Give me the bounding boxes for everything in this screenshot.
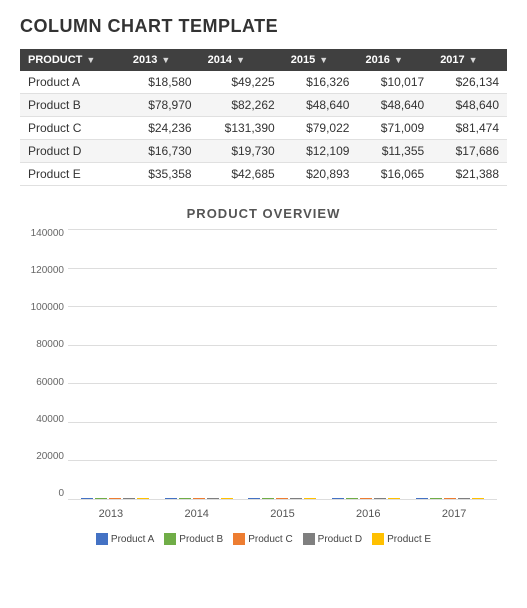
x-axis-label-2014: 2014 (154, 508, 240, 520)
x-axis-label-2016: 2016 (325, 508, 411, 520)
filter-icon-2016[interactable]: ▼ (394, 55, 403, 65)
chart-inner (68, 229, 497, 499)
table-header-2016: 2016▼ (357, 49, 432, 71)
value-cell: $24,236 (125, 117, 200, 140)
table-row: Product D$16,730$19,730$12,109$11,355$17… (20, 140, 507, 163)
value-cell: $16,730 (125, 140, 200, 163)
filter-icon-2017[interactable]: ▼ (469, 55, 478, 65)
value-cell: $16,326 (283, 71, 358, 94)
table-header-2015: 2015▼ (283, 49, 358, 71)
value-cell: $35,358 (125, 163, 200, 186)
chart-title: PRODUCT OVERVIEW (20, 206, 507, 221)
legend-color-swatch (96, 533, 108, 545)
value-cell: $48,640 (357, 94, 432, 117)
value-cell: $11,355 (357, 140, 432, 163)
legend-item-product-e: Product E (372, 533, 431, 545)
legend-label: Product B (179, 534, 223, 545)
chart-container: 020000400006000080000100000120000140000 … (20, 229, 507, 529)
value-cell: $26,134 (432, 71, 507, 94)
table-header-2017: 2017▼ (432, 49, 507, 71)
legend-item-product-a: Product A (96, 533, 154, 545)
table-row: Product B$78,970$82,262$48,640$48,640$48… (20, 94, 507, 117)
value-cell: $49,225 (200, 71, 283, 94)
product-name-cell: Product A (20, 71, 125, 94)
legend-item-product-b: Product B (164, 533, 223, 545)
value-cell: $10,017 (357, 71, 432, 94)
x-axis-label-2013: 2013 (68, 508, 154, 520)
table-header-2013: 2013▼ (125, 49, 200, 71)
table-header-2014: 2014▼ (200, 49, 283, 71)
filter-icon[interactable]: ▼ (86, 55, 95, 65)
x-axis-label-2017: 2017 (411, 508, 497, 520)
value-cell: $82,262 (200, 94, 283, 117)
filter-icon-2014[interactable]: ▼ (236, 55, 245, 65)
y-axis-label: 20000 (36, 452, 64, 462)
legend-color-swatch (164, 533, 176, 545)
y-axis-label: 80000 (36, 340, 64, 350)
value-cell: $21,388 (432, 163, 507, 186)
value-cell: $17,686 (432, 140, 507, 163)
value-cell: $18,580 (125, 71, 200, 94)
legend-label: Product D (318, 534, 362, 545)
legend-label: Product C (248, 534, 292, 545)
product-name-cell: Product E (20, 163, 125, 186)
legend-color-swatch (303, 533, 315, 545)
value-cell: $19,730 (200, 140, 283, 163)
value-cell: $81,474 (432, 117, 507, 140)
filter-icon-2015[interactable]: ▼ (319, 55, 328, 65)
bars-area (68, 229, 497, 499)
table-row: Product E$35,358$42,685$20,893$16,065$21… (20, 163, 507, 186)
value-cell: $48,640 (432, 94, 507, 117)
table-header-product: PRODUCT▼ (20, 49, 125, 71)
y-axis: 0 20000 40000 60000 80000 100000 120000 140000 (20, 229, 68, 499)
y-axis-label: 0 (58, 489, 64, 499)
value-cell: $16,065 (357, 163, 432, 186)
legend-item-product-c: Product C (233, 533, 292, 545)
table-row: Product A$18,580$49,225$16,326$10,017$26… (20, 71, 507, 94)
product-name-cell: Product C (20, 117, 125, 140)
y-axis-label: 100000 (31, 303, 64, 313)
chart-section: PRODUCT OVERVIEW 0 20000 40000 60000 80000 10… (20, 206, 507, 545)
y-axis-label: 40000 (36, 415, 64, 425)
legend-color-swatch (372, 533, 384, 545)
page-title: COLUMN CHART TEMPLATE (20, 16, 507, 37)
value-cell: $71,009 (357, 117, 432, 140)
value-cell: $20,893 (283, 163, 358, 186)
legend-item-product-d: Product D (303, 533, 362, 545)
x-axis-label-2015: 2015 (240, 508, 326, 520)
product-name-cell: Product D (20, 140, 125, 163)
x-labels: 20132014201520162017 (68, 499, 497, 529)
value-cell: $48,640 (283, 94, 358, 117)
filter-icon-2013[interactable]: ▼ (161, 55, 170, 65)
data-table: PRODUCT▼2013▼2014▼2015▼2016▼2017▼ Produc… (20, 49, 507, 186)
y-axis-label: 60000 (36, 378, 64, 388)
value-cell: $12,109 (283, 140, 358, 163)
value-cell: $42,685 (200, 163, 283, 186)
legend-color-swatch (233, 533, 245, 545)
legend: Product A Product B Product C Product D Prod… (20, 533, 507, 545)
table-row: Product C$24,236$131,390$79,022$71,009$8… (20, 117, 507, 140)
value-cell: $79,022 (283, 117, 358, 140)
y-axis-label: 140000 (31, 229, 64, 239)
legend-label: Product E (387, 534, 431, 545)
value-cell: $131,390 (200, 117, 283, 140)
product-name-cell: Product B (20, 94, 125, 117)
y-axis-label: 120000 (31, 266, 64, 276)
legend-label: Product A (111, 534, 154, 545)
value-cell: $78,970 (125, 94, 200, 117)
